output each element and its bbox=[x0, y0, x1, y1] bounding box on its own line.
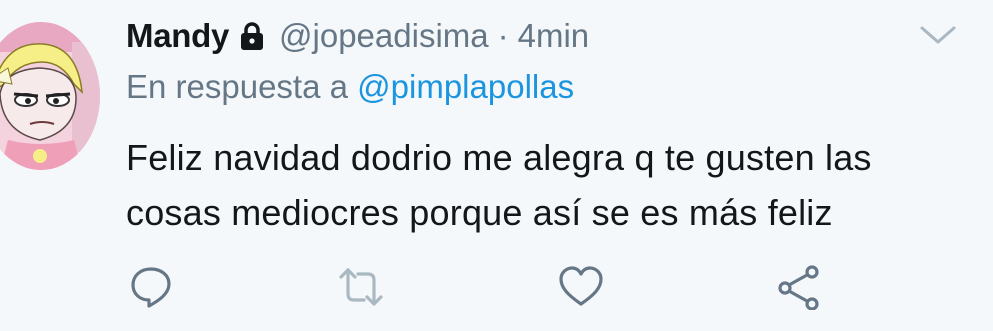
tweet-text-line: cosas mediocres porque así se es más fel… bbox=[126, 192, 833, 233]
reply-button[interactable] bbox=[128, 264, 174, 310]
tweet-text-line: Feliz navidad dodrio me alegra q te gust… bbox=[126, 137, 872, 178]
tweet-header: Mandy @jopeadisima · 4min bbox=[126, 14, 589, 58]
reply-context: En respuesta a @pimplapollas bbox=[126, 68, 574, 106]
tweet-actions bbox=[0, 264, 993, 311]
tweet-card[interactable]: Mandy @jopeadisima · 4min En respuesta a… bbox=[0, 0, 993, 331]
tweet-text: Feliz navidad dodrio me alegra q te gust… bbox=[126, 130, 976, 240]
retweet-icon bbox=[339, 268, 383, 306]
timestamp[interactable]: 4min bbox=[518, 17, 590, 55]
lock-icon bbox=[239, 21, 265, 51]
share-button[interactable] bbox=[776, 264, 822, 311]
avatar-image bbox=[0, 22, 100, 170]
share-icon bbox=[778, 265, 819, 311]
like-button[interactable] bbox=[558, 264, 604, 310]
retweet-button[interactable] bbox=[338, 264, 384, 310]
heart-icon bbox=[559, 266, 603, 306]
author-name[interactable]: Mandy bbox=[126, 17, 229, 55]
chevron-down-icon[interactable] bbox=[918, 22, 958, 48]
separator-dot: · bbox=[497, 17, 509, 54]
reply-prefix: En respuesta a bbox=[126, 68, 348, 105]
author-handle[interactable]: @jopeadisima bbox=[279, 17, 489, 55]
reply-mention-link[interactable]: @pimplapollas bbox=[357, 68, 574, 105]
reply-icon bbox=[131, 267, 171, 308]
avatar[interactable] bbox=[0, 22, 100, 170]
